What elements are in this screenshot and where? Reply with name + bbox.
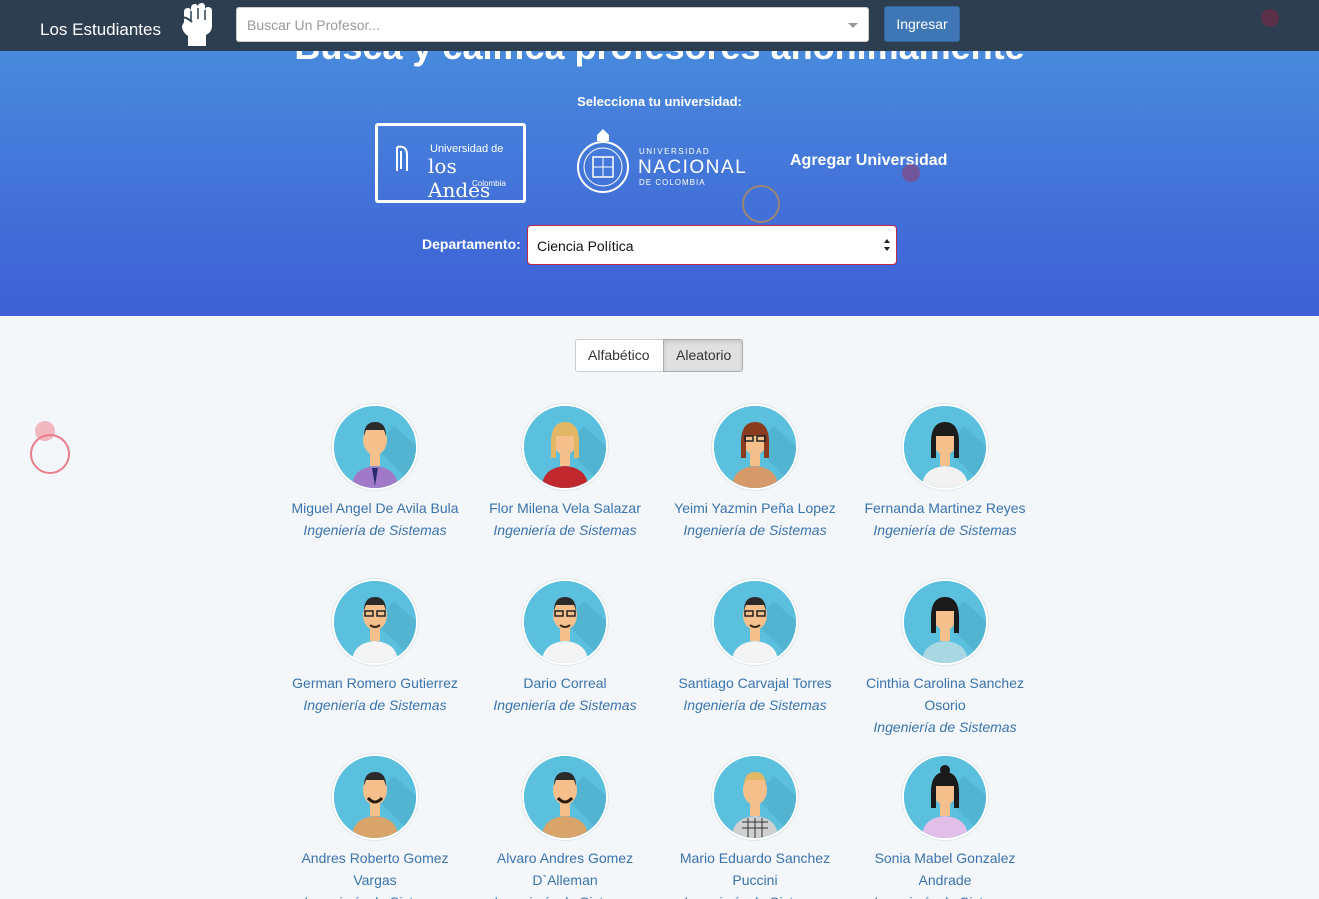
sort-alphabetic-button[interactable]: Alfabético bbox=[575, 339, 664, 372]
los-andes-logo-icon bbox=[396, 145, 408, 171]
dropdown-caret-icon[interactable] bbox=[848, 23, 858, 28]
navbar: Los Estudiantes Buscar Un Profesor... In… bbox=[0, 0, 1319, 51]
professor-department-link[interactable]: Ingeniería de Sistemas bbox=[855, 519, 1035, 541]
add-university-link[interactable]: Agregar Universidad bbox=[790, 152, 947, 170]
professor-department-link[interactable]: Ingeniería de Sistemas bbox=[285, 891, 465, 899]
professor-name-link[interactable]: Sonia Mabel Gonzalez Andrade bbox=[855, 847, 1035, 891]
professor-avatar[interactable] bbox=[712, 754, 798, 840]
sort-toggle-group: Alfabético Aleatorio bbox=[575, 339, 743, 372]
professor-avatar[interactable] bbox=[902, 754, 988, 840]
click-marker-icon bbox=[902, 164, 920, 182]
department-label: Departamento: bbox=[422, 236, 521, 252]
click-marker-icon bbox=[742, 185, 780, 223]
professor-name-link[interactable]: Flor Milena Vela Salazar bbox=[475, 497, 655, 519]
professor-avatar[interactable] bbox=[902, 579, 988, 665]
professor-department-link[interactable]: Ingeniería de Sistemas bbox=[665, 694, 845, 716]
professor-department-link[interactable]: Ingeniería de Sistemas bbox=[665, 891, 845, 899]
los-andes-line2: los Andes bbox=[428, 154, 491, 202]
professor-department-link[interactable]: Ingeniería de Sistemas bbox=[475, 519, 655, 541]
university-nacional[interactable]: UNIVERSIDAD NACIONAL DE COLOMBIA bbox=[575, 127, 748, 199]
nacional-top-text: UNIVERSIDAD bbox=[639, 147, 711, 156]
professor-name-link[interactable]: Fernanda Martinez Reyes bbox=[855, 497, 1035, 519]
professor-name-link[interactable]: Andres Roberto Gomez Vargas bbox=[285, 847, 465, 891]
brand-name[interactable]: Los Estudiantes bbox=[40, 20, 161, 40]
professor-department-link[interactable]: Ingeniería de Sistemas bbox=[285, 519, 465, 541]
professor-department-link[interactable]: Ingeniería de Sistemas bbox=[475, 694, 655, 716]
university-los-andes[interactable]: Universidad de los Andes Colombia bbox=[375, 123, 526, 203]
professor-avatar[interactable] bbox=[712, 579, 798, 665]
los-andes-country: Colombia bbox=[472, 179, 506, 188]
professor-name-link[interactable]: Cinthia Carolina Sanchez Osorio bbox=[855, 672, 1035, 716]
professor-avatar[interactable] bbox=[712, 404, 798, 490]
nacional-bottom-text: DE COLOMBIA bbox=[639, 178, 706, 187]
professor-department-link[interactable]: Ingeniería de Sistemas bbox=[855, 716, 1035, 738]
professor-department-link[interactable]: Ingeniería de Sistemas bbox=[285, 694, 465, 716]
professor-department-link[interactable]: Ingeniería de Sistemas bbox=[475, 891, 655, 899]
select-university-label: Selecciona tu universidad: bbox=[577, 94, 742, 109]
professor-name-link[interactable]: German Romero Gutierrez bbox=[285, 672, 465, 694]
department-select-value: Ciencia Política bbox=[537, 238, 634, 254]
sort-random-button[interactable]: Aleatorio bbox=[663, 339, 743, 372]
professor-department-link[interactable]: Ingeniería de Sistemas bbox=[665, 519, 845, 541]
login-button[interactable]: Ingresar bbox=[884, 6, 960, 42]
professor-name-link[interactable]: Yeimi Yazmin Peña Lopez bbox=[665, 497, 845, 519]
professor-name-link[interactable]: Mario Eduardo Sanchez Puccini bbox=[665, 847, 845, 891]
professor-avatar[interactable] bbox=[902, 404, 988, 490]
professor-avatar[interactable] bbox=[522, 579, 608, 665]
professor-name-link[interactable]: Miguel Angel De Avila Bula bbox=[285, 497, 465, 519]
professor-name-link[interactable]: Santiago Carvajal Torres bbox=[665, 672, 845, 694]
professor-name-link[interactable]: Alvaro Andres Gomez D`Alleman bbox=[475, 847, 655, 891]
professor-avatar[interactable] bbox=[522, 754, 608, 840]
department-select[interactable]: Ciencia Política bbox=[527, 225, 897, 265]
professor-search-input[interactable]: Buscar Un Profesor... bbox=[236, 7, 869, 42]
click-marker-icon bbox=[30, 434, 70, 474]
professor-avatar[interactable] bbox=[332, 404, 418, 490]
select-arrows-icon bbox=[884, 239, 890, 251]
professor-name-link[interactable]: Dario Correal bbox=[475, 672, 655, 694]
cursor-marker-icon bbox=[1261, 9, 1279, 27]
raised-fist-icon bbox=[179, 3, 212, 46]
professor-department-link[interactable]: Ingeniería de Sistemas bbox=[855, 891, 1035, 899]
nacional-seal-icon bbox=[577, 129, 629, 193]
nacional-name: NACIONAL bbox=[638, 157, 748, 178]
professor-avatar[interactable] bbox=[332, 754, 418, 840]
professor-avatar[interactable] bbox=[522, 404, 608, 490]
search-placeholder: Buscar Un Profesor... bbox=[247, 17, 381, 33]
professor-avatar[interactable] bbox=[332, 579, 418, 665]
